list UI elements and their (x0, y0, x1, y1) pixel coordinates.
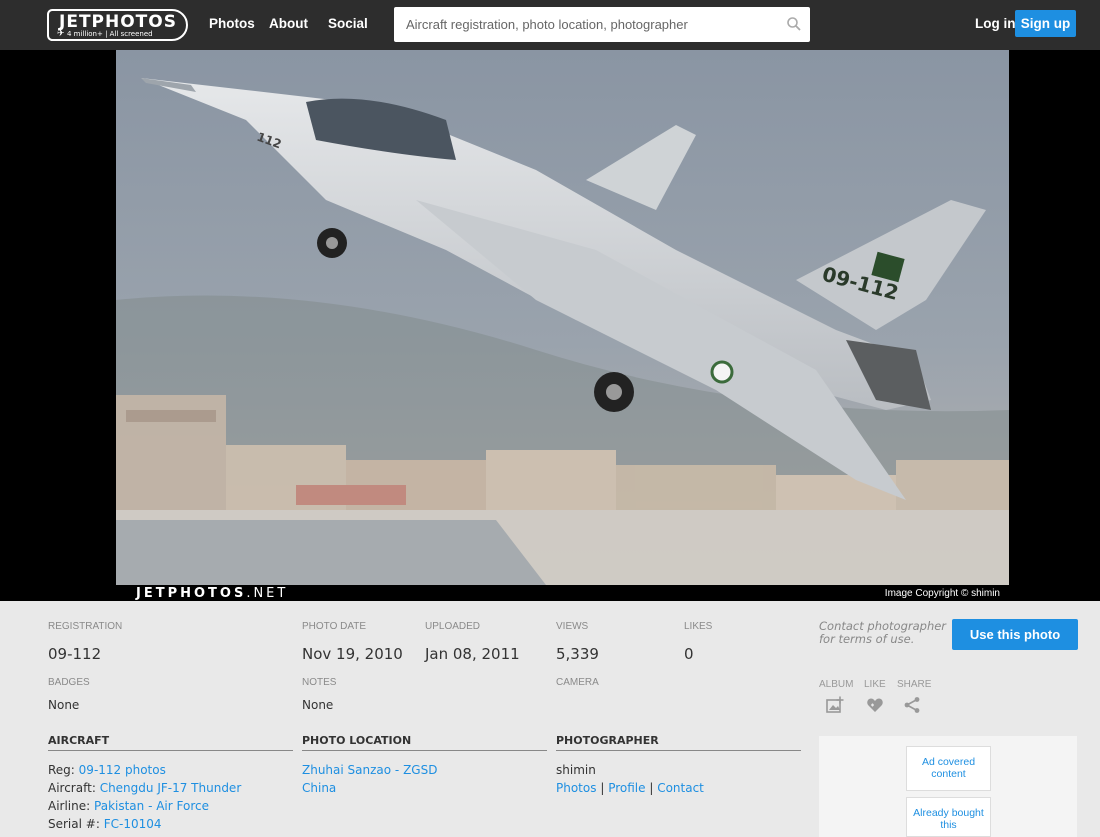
aircraft-type-row: Aircraft: Chengdu JF-17 Thunder (48, 781, 241, 795)
watermark-suffix: .NET (246, 586, 289, 601)
airline-link[interactable]: Pakistan - Air Force (94, 799, 209, 813)
link-separator: | (649, 781, 654, 795)
views-value: 5,339 (556, 645, 599, 663)
badges-value: None (48, 698, 80, 712)
use-this-photo-button[interactable]: Use this photo (952, 619, 1078, 650)
logo-text: JETPHOTOS (59, 12, 177, 32)
login-link[interactable]: Log in (975, 16, 1016, 31)
notes-value: None (302, 698, 334, 712)
photo-date-value: Nov 19, 2010 (302, 645, 403, 663)
top-navigation-bar: JETPHOTOS ✈ 4 million+ | All screened Ph… (0, 0, 1100, 50)
jetphotos-logo[interactable]: JETPHOTOS ✈ 4 million+ | All screened (47, 9, 188, 41)
contact-photographer-text: Contact photographer for terms of use. (819, 619, 947, 646)
aircraft-label: Aircraft: (48, 781, 96, 795)
photographer-heading: PHOTOGRAPHER (556, 734, 801, 751)
search-icon[interactable] (786, 16, 802, 32)
serial-link[interactable]: FC-10104 (104, 817, 162, 831)
like-heart-icon[interactable] (866, 696, 884, 714)
registration-value: 09-112 (48, 645, 102, 663)
views-label: VIEWS (556, 621, 589, 632)
logo-tagline: 4 million+ | All screened (67, 30, 153, 38)
photo-location-heading: PHOTO LOCATION (302, 734, 547, 751)
photographer-contact-link[interactable]: Contact (657, 781, 704, 795)
registration-label: REGISTRATION (48, 621, 123, 632)
location-airport-row: Zhuhai Sanzao - ZGSD (302, 763, 437, 777)
like-label: LIKE (864, 679, 886, 690)
camera-label: CAMERA (556, 677, 599, 688)
search-input[interactable] (394, 7, 774, 42)
airline-row: Airline: Pakistan - Air Force (48, 799, 209, 813)
photo-viewer: 09-112 112 JETPHOTOS.NET Image Copyright… (0, 50, 1100, 601)
airline-label: Airline: (48, 799, 91, 813)
photographer-name: shimin (556, 763, 596, 777)
ad-covered-content-button[interactable]: Ad covered content (906, 746, 991, 791)
search-box (394, 7, 810, 42)
album-label: ALBUM (819, 679, 854, 690)
nav-social[interactable]: Social (328, 16, 368, 31)
photo-footer: JETPHOTOS.NET Image Copyright © shimin (116, 585, 1009, 601)
aircraft-photo-illustration: 09-112 112 (116, 50, 1009, 585)
likes-label: LIKES (684, 621, 713, 632)
badges-label: BADGES (48, 677, 90, 688)
reg-label: Reg: (48, 763, 75, 777)
aircraft-reg-row: Reg: 09-112 photos (48, 763, 166, 777)
image-copyright: Image Copyright © shimin (884, 588, 1000, 599)
aircraft-type-link[interactable]: Chengdu JF-17 Thunder (100, 781, 242, 795)
add-to-album-icon[interactable] (826, 696, 844, 714)
aircraft-heading: AIRCRAFT (48, 734, 293, 751)
reg-photos-link[interactable]: 09-112 photos (79, 763, 166, 777)
plane-icon: ✈ (57, 29, 65, 39)
photographer-links: Photos | Profile | Contact (556, 781, 704, 795)
nav-about[interactable]: About (269, 16, 308, 31)
location-country-row: China (302, 781, 336, 795)
serial-row: Serial #: FC-10104 (48, 817, 162, 831)
photographer-profile-link[interactable]: Profile (608, 781, 645, 795)
notes-label: NOTES (302, 677, 337, 688)
link-separator: | (600, 781, 605, 795)
watermark-bold: JETPHOTOS (136, 586, 247, 601)
photo-date-label: PHOTO DATE (302, 621, 367, 632)
country-link[interactable]: China (302, 781, 336, 795)
airport-link[interactable]: Zhuhai Sanzao - ZGSD (302, 763, 437, 777)
serial-label: Serial #: (48, 817, 100, 831)
jetphotos-watermark: JETPHOTOS.NET (136, 586, 288, 601)
nav-photos[interactable]: Photos (209, 16, 255, 31)
share-icon[interactable] (903, 696, 921, 714)
likes-value: 0 (684, 645, 694, 663)
signup-button[interactable]: Sign up (1015, 10, 1076, 37)
aircraft-photo[interactable]: 09-112 112 (116, 50, 1009, 585)
share-label: SHARE (897, 679, 932, 690)
already-bought-button[interactable]: Already bought this (906, 797, 991, 837)
uploaded-label: UPLOADED (425, 621, 481, 632)
photographer-photos-link[interactable]: Photos (556, 781, 596, 795)
uploaded-value: Jan 08, 2011 (425, 645, 520, 663)
